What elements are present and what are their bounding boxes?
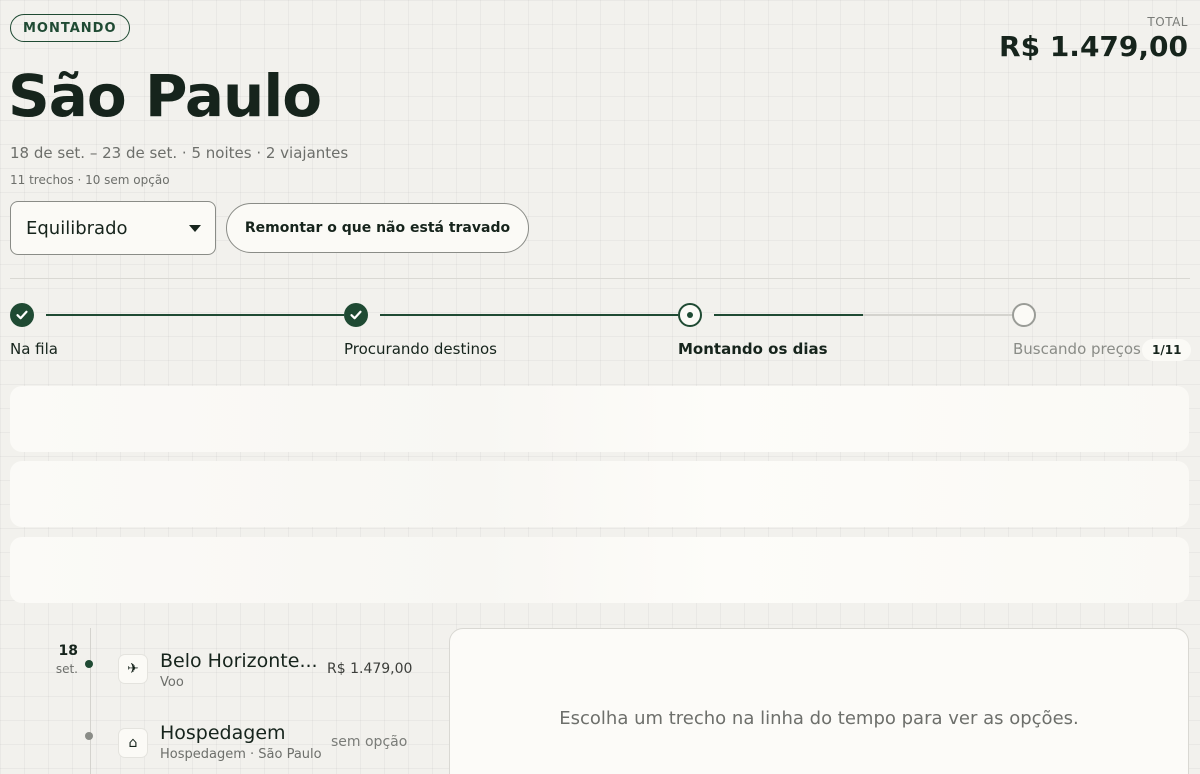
plane-icon: ✈ bbox=[119, 655, 147, 683]
step-label-destinations: Procurando destinos bbox=[344, 340, 497, 358]
segment-price-lodging: sem opção bbox=[331, 734, 408, 750]
step-done-icon bbox=[344, 303, 368, 327]
loading-skeleton bbox=[10, 537, 1189, 603]
segment-price-flight: R$ 1.479,00 bbox=[327, 661, 413, 677]
step-connector bbox=[46, 314, 344, 316]
step-connector-pending bbox=[863, 314, 1012, 316]
price-search-count: 1/11 bbox=[1142, 339, 1192, 361]
timeline-line bbox=[90, 628, 91, 774]
detail-hint: Escolha um trecho na linha do tempo para… bbox=[559, 708, 1079, 729]
segment-subtitle-flight: Voo bbox=[160, 675, 184, 690]
page-title: São Paulo bbox=[8, 62, 322, 130]
day-number: 18 bbox=[58, 643, 78, 659]
step-connector-progress bbox=[714, 314, 863, 316]
timeline-dot bbox=[85, 732, 93, 740]
home-icon: ⌂ bbox=[119, 729, 147, 757]
chevron-down-icon bbox=[189, 224, 201, 232]
loading-skeleton bbox=[10, 461, 1189, 527]
step-active-icon bbox=[678, 303, 702, 327]
step-connector bbox=[380, 314, 678, 316]
total-value: R$ 1.479,00 bbox=[999, 30, 1188, 63]
trip-meta: 18 de set. – 23 de set. · 5 noites · 2 v… bbox=[10, 144, 349, 162]
step-label-queue: Na fila bbox=[10, 340, 58, 358]
step-label-days: Montando os dias bbox=[678, 340, 828, 358]
segment-title-flight[interactable]: Belo Horizonte... bbox=[160, 650, 320, 672]
segment-subtitle-lodging: Hospedagem · São Paulo bbox=[160, 747, 322, 762]
day-month: set. bbox=[55, 662, 78, 676]
status-badge: MONTANDO bbox=[10, 14, 130, 42]
trip-segments-summary: 11 trechos · 10 sem opção bbox=[10, 173, 170, 187]
segment-title-lodging[interactable]: Hospedagem bbox=[160, 722, 320, 744]
mode-select[interactable]: Equilibrado bbox=[10, 201, 216, 255]
detail-panel bbox=[449, 628, 1189, 774]
timeline-dot bbox=[85, 660, 93, 668]
total-label: TOTAL bbox=[1147, 15, 1188, 29]
divider bbox=[10, 278, 1190, 279]
loading-skeleton bbox=[10, 386, 1189, 452]
step-pending-icon bbox=[1012, 303, 1036, 327]
mode-select-value: Equilibrado bbox=[26, 217, 128, 239]
rebuild-button[interactable]: Remontar o que não está travado bbox=[226, 203, 529, 253]
step-label-prices: Buscando preços bbox=[1013, 340, 1141, 358]
step-done-icon bbox=[10, 303, 34, 327]
